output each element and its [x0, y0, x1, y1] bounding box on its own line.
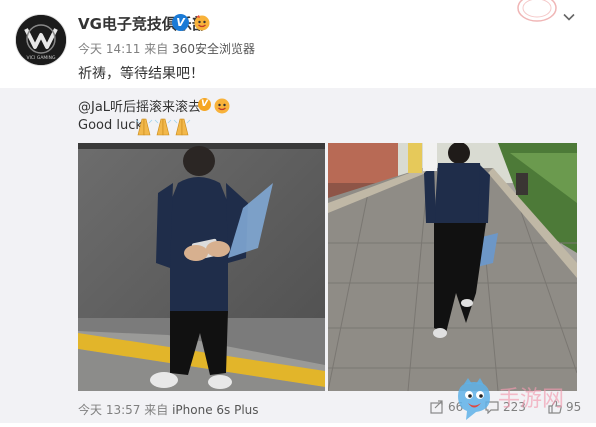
chevron-down-icon[interactable]: [562, 10, 576, 24]
stamp-icon: [517, 0, 557, 22]
repost-from-word: 来自: [144, 403, 169, 417]
repost-time[interactable]: 今天 13:57: [78, 403, 140, 417]
watermark-mascot-icon: 手游网: [458, 378, 564, 420]
repost-meta: 今天 13:57 来自 iPhone 6s Plus: [78, 401, 259, 418]
avatar-caption: VICI GAMING: [27, 55, 56, 61]
post-source[interactable]: 360安全浏览器: [172, 42, 255, 56]
repost-member-face-icon[interactable]: [213, 96, 231, 114]
post-time[interactable]: 今天 14:11: [78, 42, 140, 56]
photo-1[interactable]: [78, 143, 325, 391]
photo-1-image: [78, 143, 325, 391]
repost-user[interactable]: @JaL听后摇滚来滚去: [78, 96, 201, 115]
photo-2-image: [328, 143, 577, 391]
forward-icon: [430, 400, 443, 414]
repost-verified-badge-icon: V: [198, 98, 211, 111]
vg-logo-icon: VICI GAMING: [16, 15, 66, 65]
from-word: 来自: [144, 42, 169, 56]
repost-device[interactable]: iPhone 6s Plus: [172, 403, 258, 417]
watermark-text: 手游网: [498, 387, 564, 412]
praying-hands-icon: [135, 118, 191, 136]
photo-2[interactable]: [328, 143, 577, 391]
avatar[interactable]: VICI GAMING: [15, 14, 67, 66]
member-face-icon[interactable]: [193, 13, 211, 31]
post-content: 祈祷，等待结果吧！: [78, 66, 204, 82]
post-meta: 今天 14:11 来自 360安全浏览器: [78, 40, 255, 57]
verified-badge-icon: V: [172, 14, 189, 31]
watermark: 手游网: [452, 378, 596, 423]
